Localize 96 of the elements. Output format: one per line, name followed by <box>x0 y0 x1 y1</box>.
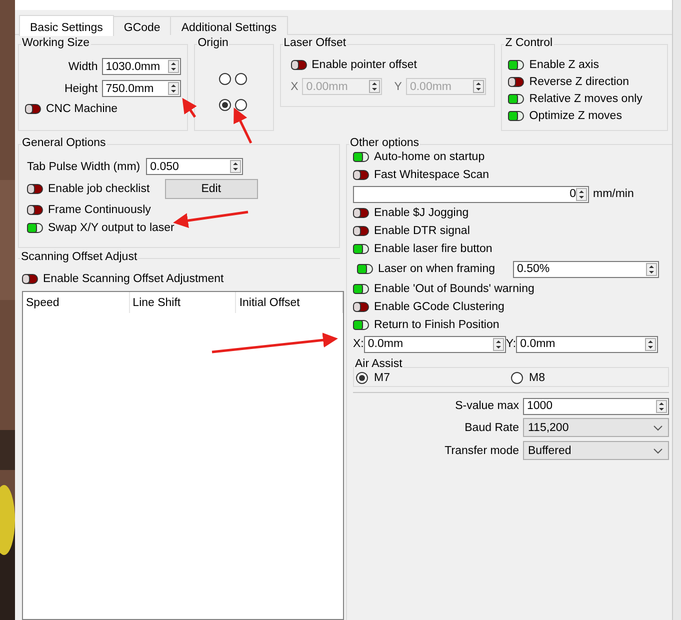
caret-icon <box>653 448 663 454</box>
toggle-switch[interactable] <box>353 152 369 162</box>
dropdown[interactable]: Buffered <box>523 441 669 460</box>
toggle-label: Reverse Z direction <box>529 76 629 88</box>
toggle-switch[interactable] <box>508 94 524 104</box>
field-label: Y <box>394 80 402 92</box>
toggle-label: Auto-home on startup <box>374 151 485 163</box>
toggle-label: Laser on when framing <box>378 263 496 275</box>
toggle-label: Enable pointer offset <box>312 59 417 71</box>
radio-button[interactable] <box>511 372 523 384</box>
radio-button[interactable] <box>234 98 247 110</box>
toggle-switch[interactable] <box>508 111 524 121</box>
toggle-label: Relative Z moves only <box>529 93 642 105</box>
toggle-label: Enable job checklist <box>48 183 150 195</box>
spin-arrows-icon <box>646 262 657 276</box>
toggle-label: Frame Continuously <box>48 204 151 216</box>
toggle-label: Fast Whitespace Scan <box>374 169 490 181</box>
spin-arrows-icon <box>369 80 380 93</box>
toggle-label: Swap X/Y output to laser <box>48 222 174 234</box>
radio-button[interactable] <box>218 98 231 110</box>
toggle-switch[interactable] <box>27 223 43 233</box>
caret-icon <box>653 424 663 430</box>
toggle-label: Enable Scanning Offset Adjustment <box>43 273 224 285</box>
edit-button[interactable]: Edit <box>164 179 258 199</box>
field-label: Tab Pulse Width (mm) <box>27 160 140 172</box>
toggle-switch[interactable] <box>353 170 369 180</box>
toggle-switch[interactable] <box>508 60 524 70</box>
spin-arrows-icon <box>230 160 242 173</box>
toggle-switch[interactable] <box>353 244 369 254</box>
spin-box[interactable]: 0.0mm <box>364 336 506 352</box>
field-label: Height <box>64 82 98 94</box>
radio-button[interactable] <box>218 72 231 84</box>
radio-button[interactable] <box>234 72 247 84</box>
spin-box[interactable]: 0.050 <box>146 158 244 175</box>
toggle-switch[interactable] <box>27 184 43 194</box>
spin-box[interactable]: 0 <box>353 186 589 202</box>
group-title: Other options <box>349 137 420 149</box>
field-label: Width <box>68 60 98 72</box>
spin-arrows-icon <box>168 82 179 95</box>
toggle-label: Enable laser fire button <box>374 243 492 255</box>
field-label: X: <box>353 338 364 350</box>
group-title: General Options <box>21 137 107 149</box>
tab[interactable]: GCode <box>112 16 172 35</box>
annotation-arrow <box>234 108 252 144</box>
column-header: Line Shift <box>130 292 236 313</box>
spin-box[interactable]: 1030.0mm <box>102 58 181 75</box>
toggle-switch[interactable] <box>508 77 524 87</box>
toggle-switch[interactable] <box>353 226 369 236</box>
toggle-switch[interactable] <box>290 60 307 70</box>
group-title: Origin <box>196 37 230 49</box>
toggle-switch[interactable] <box>353 302 369 312</box>
group-title: Z Control <box>504 37 554 49</box>
toggle-label: Return to Finish Position <box>374 319 500 331</box>
toggle-label: Enable $J Jogging <box>374 207 469 219</box>
group-title: Air Assist <box>354 358 404 370</box>
spin-box[interactable]: 750.0mm <box>102 80 181 97</box>
toggle-switch[interactable] <box>27 205 43 215</box>
dropdown[interactable]: 115,200 <box>523 418 669 437</box>
field-label: Baud Rate <box>464 422 519 434</box>
toggle-switch[interactable] <box>357 264 373 274</box>
toggle-label: Enable DTR signal <box>374 225 470 237</box>
group-title: Scanning Offset Adjust <box>20 251 138 263</box>
tab[interactable]: Basic Settings <box>19 15 114 36</box>
toggle-label: Enable Z axis <box>529 59 599 71</box>
toggle-switch[interactable] <box>353 208 369 218</box>
unit-label: mm/min <box>593 188 634 200</box>
radio-label: M8 <box>529 372 545 384</box>
spin-box[interactable]: 1000 <box>523 398 669 414</box>
toggle-switch[interactable] <box>353 284 369 294</box>
radio-label: M7 <box>374 372 390 384</box>
toggle-switch[interactable] <box>22 274 38 284</box>
field-label: Y: <box>506 338 516 350</box>
column-header: Initial Offset <box>236 292 344 313</box>
spin-box[interactable]: 0.0mm <box>516 336 658 352</box>
field-label: Transfer mode <box>444 444 519 456</box>
spin-arrows-icon <box>472 80 484 93</box>
group-title: Working Size <box>21 37 91 49</box>
toggle-label: Optimize Z moves <box>529 110 622 122</box>
group-title: Laser Offset <box>282 37 348 49</box>
spin-arrows-icon <box>645 338 656 350</box>
toggle-switch[interactable] <box>25 104 41 114</box>
toggle-label: CNC Machine <box>46 103 118 115</box>
tab[interactable]: Additional Settings <box>170 16 288 35</box>
spin-box[interactable]: 0.50% <box>513 260 659 278</box>
spin-arrows-icon <box>492 338 504 350</box>
field-label: X <box>290 80 298 92</box>
radio-button[interactable] <box>356 372 368 384</box>
field-label: S-value max <box>455 400 519 412</box>
column-header: Speed <box>23 292 130 313</box>
spin-arrows-icon <box>576 188 587 200</box>
toggle-label: Enable 'Out of Bounds' warning <box>374 283 534 295</box>
annotation-arrow <box>182 98 197 118</box>
spin-arrows-icon <box>168 60 179 73</box>
toggle-label: Enable GCode Clustering <box>374 301 504 313</box>
spin-arrows-icon <box>656 400 667 412</box>
toggle-switch[interactable] <box>353 320 369 330</box>
